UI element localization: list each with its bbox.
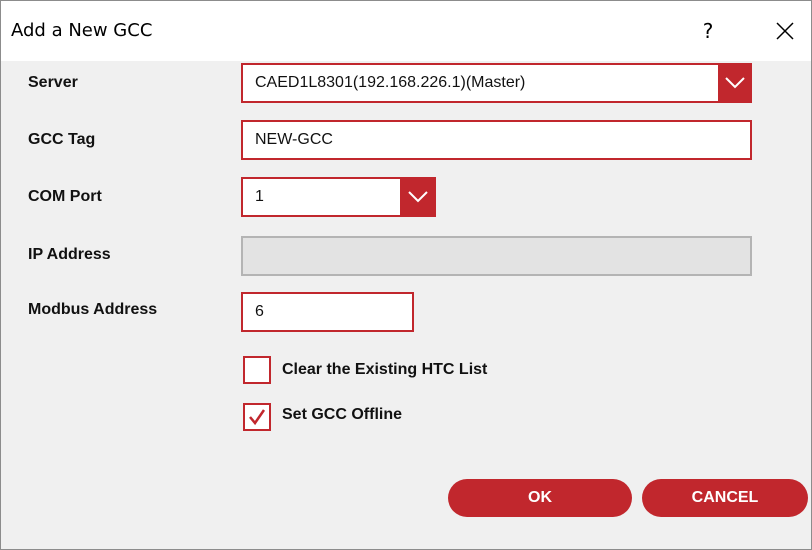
chevron-down-icon [408, 191, 428, 203]
ok-button[interactable]: OK [448, 479, 632, 517]
com-port-value: 1 [255, 188, 264, 205]
add-gcc-dialog: Add a New GCC ? Server CAED1L8301(192.16… [0, 0, 812, 550]
close-button[interactable] [769, 17, 801, 45]
set-offline-label[interactable]: Set GCC Offline [282, 406, 402, 424]
cancel-button[interactable]: CANCEL [642, 479, 808, 517]
com-port-dropdown[interactable]: 1 [241, 177, 436, 217]
set-offline-checkbox[interactable] [243, 403, 271, 431]
com-port-dropdown-arrow[interactable] [400, 177, 436, 217]
com-port-label: COM Port [28, 188, 102, 205]
help-button[interactable]: ? [694, 17, 722, 45]
modbus-address-value: 6 [255, 303, 264, 320]
server-value: CAED1L8301(192.168.226.1)(Master) [255, 74, 526, 91]
close-icon [776, 22, 794, 40]
modbus-address-input[interactable]: 6 [241, 292, 414, 332]
clear-htc-checkbox[interactable] [243, 356, 271, 384]
gcc-tag-input[interactable]: NEW-GCC [241, 120, 752, 160]
checkmark-icon [249, 409, 266, 426]
dialog-title: Add a New GCC [11, 20, 153, 41]
gcc-tag-value: NEW-GCC [255, 131, 333, 148]
ip-address-input [241, 236, 752, 276]
chevron-down-icon [725, 77, 745, 89]
server-dropdown[interactable]: CAED1L8301(192.168.226.1)(Master) [241, 63, 752, 103]
modbus-address-label: Modbus Address [28, 301, 158, 318]
server-dropdown-arrow[interactable] [718, 63, 752, 103]
ip-address-label: IP Address [28, 246, 111, 263]
clear-htc-label[interactable]: Clear the Existing HTC List [282, 361, 487, 379]
gcc-tag-label: GCC Tag [28, 131, 96, 148]
server-label: Server [28, 74, 78, 91]
title-bar: Add a New GCC ? [1, 1, 811, 61]
